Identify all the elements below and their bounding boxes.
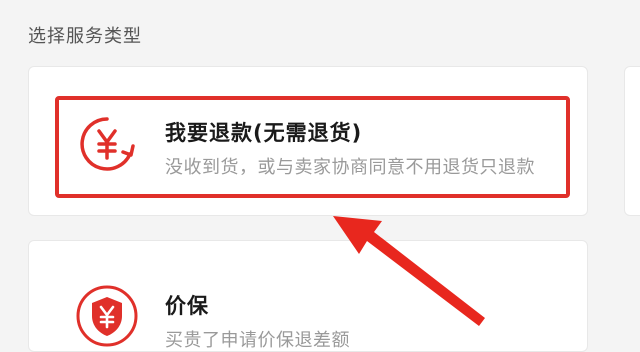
partial-option-card[interactable] (624, 66, 640, 216)
yen-refund-icon (76, 113, 138, 175)
price-protection-title: 价保 (165, 294, 209, 318)
yen-shield-icon (76, 285, 138, 347)
refund-option-title: 我要退款(无需退货) (165, 121, 363, 145)
section-title: 选择服务类型 (28, 26, 142, 47)
refund-option-description: 没收到货，或与卖家协商同意不用退货只退款 (165, 157, 535, 178)
price-protection-description: 买贵了申请价保退差额 (165, 330, 350, 351)
